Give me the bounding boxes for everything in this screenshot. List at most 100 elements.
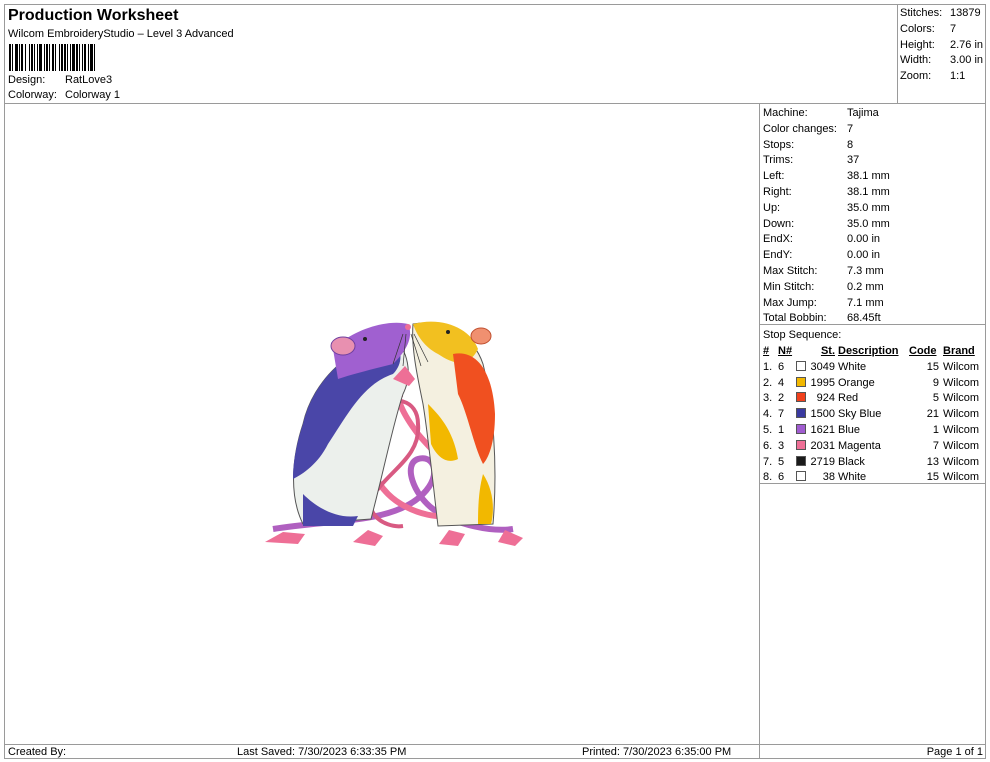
row-index: 2. bbox=[763, 376, 773, 389]
stat-value: 0.00 in bbox=[847, 249, 881, 262]
created-by: Created By: bbox=[8, 746, 67, 758]
column-header: N# bbox=[778, 345, 793, 357]
needle-number: 7 bbox=[778, 408, 785, 421]
row-index: 4. bbox=[763, 408, 773, 421]
color-code: 5 bbox=[932, 392, 939, 405]
thread-brand: Wilcom bbox=[943, 360, 980, 373]
stat-row: Stops: 8 bbox=[763, 138, 985, 154]
color-swatch-cell bbox=[794, 422, 808, 438]
stat-row: Max Jump: 7.1 mm bbox=[763, 296, 985, 312]
color-description: Black bbox=[838, 455, 865, 468]
colorway-label: Colorway: bbox=[8, 89, 57, 101]
stitch-count: 3049 bbox=[810, 360, 835, 373]
stat-value: 0.2 mm bbox=[847, 280, 884, 293]
color-swatch-cell bbox=[794, 454, 808, 470]
color-swatch bbox=[796, 360, 806, 371]
stat-label: Right: bbox=[763, 185, 792, 198]
color-description: Red bbox=[838, 392, 859, 405]
summary-row: Zoom: 1:1 bbox=[900, 69, 985, 85]
table-row: 2. 4 1995 Orange 9 Wilcom bbox=[763, 375, 983, 391]
table-row: 5. 1 1621 Blue 1 Wilcom bbox=[763, 422, 983, 438]
color-description: Sky Blue bbox=[838, 408, 882, 421]
color-description: Blue bbox=[838, 424, 861, 437]
color-description: White bbox=[838, 471, 867, 484]
stat-label: EndX: bbox=[763, 233, 793, 246]
stitch-count: 2031 bbox=[810, 439, 835, 452]
stat-value: Tajima bbox=[847, 107, 879, 119]
stat-value: 68.45ft bbox=[847, 312, 881, 325]
stitch-count: 1995 bbox=[810, 376, 835, 389]
footer-divider bbox=[759, 745, 760, 759]
summary-value: 13879 bbox=[950, 7, 981, 19]
worksheet-footer: Created By: Last Saved: 7/30/2023 6:33:3… bbox=[5, 744, 985, 759]
stat-row: Left: 38.1 mm bbox=[763, 169, 985, 185]
color-swatch bbox=[796, 408, 806, 419]
table-row: 7. 5 2719 Black 13 Wilcom bbox=[763, 454, 983, 470]
barcode bbox=[9, 44, 169, 71]
thread-brand: Wilcom bbox=[943, 471, 980, 484]
printed-date: Printed: 7/30/2023 6:35:00 PM bbox=[582, 746, 732, 758]
stat-label: Down: bbox=[763, 217, 795, 230]
stat-label: Stops: bbox=[763, 138, 795, 151]
column-header: Brand bbox=[943, 345, 975, 357]
color-swatch-cell bbox=[794, 391, 808, 407]
summary-label: Width: bbox=[900, 54, 932, 67]
color-description: Magenta bbox=[838, 439, 881, 452]
stat-value: 38.1 mm bbox=[847, 185, 890, 198]
stat-value: 38.1 mm bbox=[847, 170, 890, 183]
column-header: Description bbox=[838, 345, 899, 357]
stop-sequence-table: # N# St. Description Code Brand 1. 6 3049 W… bbox=[763, 343, 983, 485]
stat-row: Machine: Tajima bbox=[763, 106, 985, 122]
barcode-bar bbox=[95, 44, 97, 71]
stat-label: Machine: bbox=[763, 107, 808, 119]
stat-label: Total Bobbin: bbox=[763, 312, 827, 325]
stat-row: Max Stitch: 7.3 mm bbox=[763, 264, 985, 280]
summary-value: 2.76 in bbox=[950, 38, 984, 51]
stat-value: 35.0 mm bbox=[847, 217, 890, 230]
needle-number: 2 bbox=[778, 392, 785, 405]
stitch-count: 2719 bbox=[810, 455, 835, 468]
design-preview bbox=[5, 104, 759, 744]
rat-love-embroidery-image bbox=[265, 321, 523, 546]
stitch-count: 924 bbox=[816, 392, 835, 405]
stitch-count: 1621 bbox=[810, 424, 835, 437]
color-code: 21 bbox=[926, 408, 939, 421]
stat-value: 37 bbox=[847, 154, 860, 167]
stat-value: 7.3 mm bbox=[847, 264, 884, 277]
table-row: 3. 2 924 Red 5 Wilcom bbox=[763, 391, 983, 407]
color-swatch-cell bbox=[794, 359, 808, 375]
stat-label: Max Stitch: bbox=[763, 264, 818, 277]
color-description: Orange bbox=[838, 376, 875, 389]
table-row: 1. 6 3049 White 15 Wilcom bbox=[763, 359, 983, 375]
stat-label: Left: bbox=[763, 170, 785, 183]
needle-number: 6 bbox=[778, 360, 785, 373]
row-index: 5. bbox=[763, 424, 773, 437]
needle-number: 5 bbox=[778, 455, 785, 468]
stat-value: 0.00 in bbox=[847, 233, 881, 246]
stat-value: 35.0 mm bbox=[847, 201, 890, 214]
summary-label: Zoom: bbox=[900, 70, 932, 83]
summary-label: Stitches: bbox=[900, 7, 943, 19]
stat-value: 8 bbox=[847, 138, 854, 151]
stop-sequence: Stop Sequence: # N# St. Description Code… bbox=[760, 325, 985, 484]
design-info-panel: Machine: Tajima Color changes: 7 Stops: 8 Trim… bbox=[759, 104, 985, 744]
stat-value: 7.1 mm bbox=[847, 296, 884, 309]
needle-number: 6 bbox=[778, 471, 785, 484]
needle-number: 4 bbox=[778, 376, 785, 389]
summary-value: 7 bbox=[950, 22, 957, 35]
design-label: Design: bbox=[8, 74, 46, 86]
thread-brand: Wilcom bbox=[943, 376, 980, 389]
summary-label: Colors: bbox=[900, 22, 935, 35]
color-code: 15 bbox=[926, 471, 939, 484]
stat-row: EndX: 0.00 in bbox=[763, 232, 985, 248]
column-header: # bbox=[763, 345, 770, 357]
column-header bbox=[794, 343, 808, 359]
stat-row: Up: 35.0 mm bbox=[763, 201, 985, 217]
summary-row: Width: 3.00 in bbox=[900, 53, 985, 69]
stat-label: Up: bbox=[763, 201, 781, 214]
color-swatch bbox=[796, 455, 806, 466]
page-number: Page 1 of 1 bbox=[926, 746, 983, 758]
column-header: St. bbox=[820, 345, 835, 357]
row-index: 7. bbox=[763, 455, 773, 468]
stop-sequence-caption: Stop Sequence: bbox=[763, 329, 842, 341]
